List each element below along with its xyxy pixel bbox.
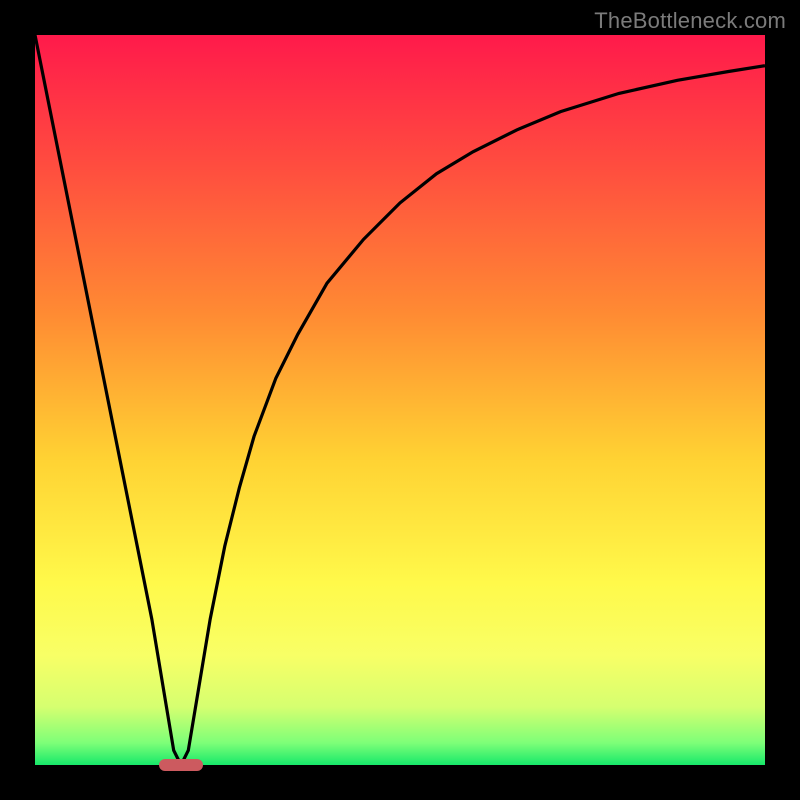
chart-frame: TheBottleneck.com	[0, 0, 800, 800]
optimal-marker	[159, 759, 203, 771]
curve-layer	[35, 35, 765, 765]
plot-area	[35, 35, 765, 765]
bottleneck-curve	[35, 35, 765, 765]
watermark-text: TheBottleneck.com	[594, 8, 786, 34]
